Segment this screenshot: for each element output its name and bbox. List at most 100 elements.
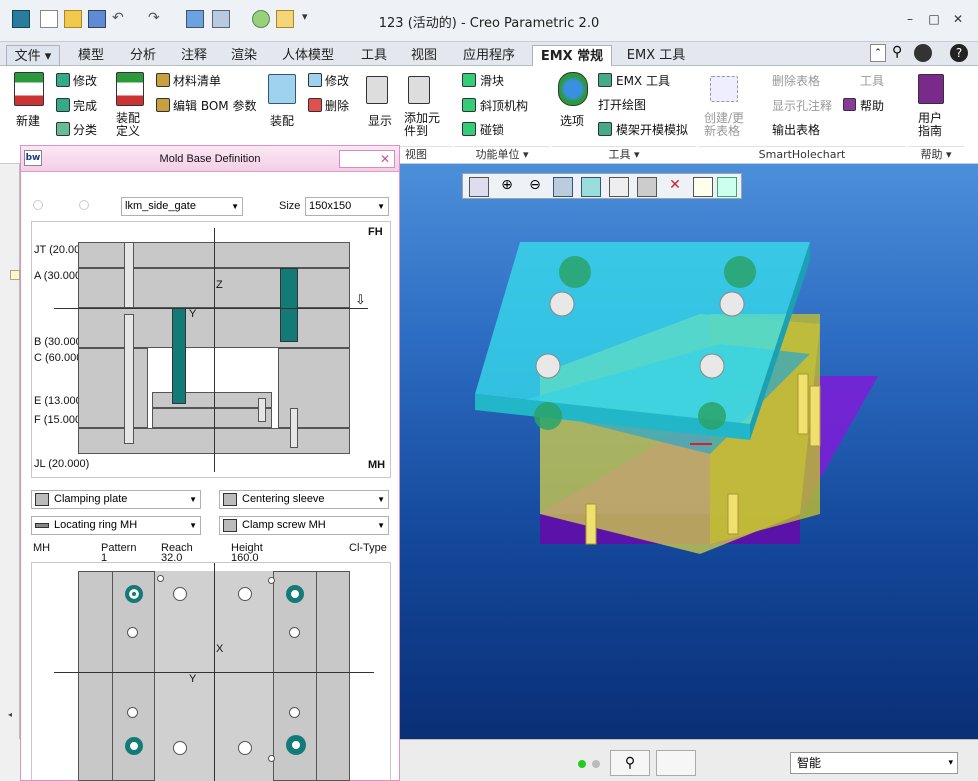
finish-icon — [56, 98, 70, 112]
finish-button[interactable]: 完成 — [73, 97, 97, 114]
tab-file[interactable]: 文件 ▾ — [6, 45, 60, 66]
display-label[interactable]: 显示 — [368, 112, 392, 129]
tree-item-icon[interactable] — [10, 270, 20, 280]
new-label[interactable]: 新建 — [16, 112, 40, 129]
saved-orientations-icon[interactable] — [609, 177, 629, 197]
smart-filter-select[interactable]: 智能 ▾ — [790, 752, 958, 774]
emx-tool-button[interactable]: EMX 工具 — [616, 72, 670, 89]
tab-emx-general[interactable]: EMX 常规 — [532, 45, 612, 66]
mold-plan-view[interactable]: X Y — [31, 562, 391, 781]
export-table-button[interactable]: 输出表格 — [772, 121, 820, 138]
tab-analysis[interactable]: 分析 — [118, 45, 168, 66]
display-icon[interactable] — [366, 76, 388, 104]
status-bar: ⚲ 智能 ▾ — [400, 739, 978, 781]
emx-options-icon[interactable] — [558, 72, 588, 106]
tab-annotate[interactable]: 注释 — [170, 45, 218, 66]
radio-left[interactable] — [33, 200, 43, 210]
show-hole-button[interactable]: 显示孔注释 — [772, 97, 832, 114]
scroll-left-icon[interactable]: ◂ — [8, 710, 12, 719]
delete-table-button[interactable]: 删除表格 — [772, 72, 820, 89]
assemble-label[interactable]: 装配 — [270, 112, 294, 129]
settings-icon[interactable] — [914, 44, 932, 62]
tab-human-model[interactable]: 人体模型 — [272, 45, 344, 66]
maximize-button[interactable]: □ — [922, 10, 946, 28]
graphics-viewport[interactable] — [400, 164, 978, 739]
size-select[interactable]: 150x150 ▼ — [305, 197, 389, 216]
screw-icon — [223, 519, 237, 532]
guide-bushing — [280, 268, 298, 342]
group-function-unit[interactable]: 功能单位 ▾ — [454, 146, 550, 162]
ejector-pin — [258, 398, 266, 422]
tab-emx-tools[interactable]: EMX 工具 — [616, 45, 696, 66]
modify2-button[interactable]: 修改 — [325, 72, 349, 89]
teal-hole-tl — [125, 585, 143, 603]
group-help[interactable]: 帮助 ▾ — [908, 146, 964, 162]
close-button[interactable]: ✕ — [946, 10, 970, 28]
series-select[interactable]: lkm_side_gate ▼ — [121, 197, 243, 216]
minimize-button[interactable]: – — [898, 10, 922, 28]
find-icon[interactable]: ⚲ — [610, 750, 650, 776]
repaint-icon[interactable] — [553, 177, 573, 197]
refit-icon[interactable] — [469, 177, 489, 197]
dialog-close-button[interactable]: ✕ — [339, 150, 395, 168]
slider-button[interactable]: 滑块 — [480, 72, 504, 89]
tab-tools[interactable]: 工具 — [350, 45, 398, 66]
mold-section-view[interactable]: FH MH JT (20.00 A (30.000) B (30.000) C … — [31, 221, 391, 478]
assembly-definition-icon[interactable] — [116, 72, 144, 106]
datum-display-icon[interactable]: ✕ — [665, 177, 685, 197]
spin-center-icon[interactable] — [717, 177, 737, 197]
view-manager-icon[interactable] — [637, 177, 657, 197]
down-arrow-icon[interactable]: ⇩ — [355, 292, 366, 308]
options-label[interactable]: 选项 — [560, 112, 584, 129]
create-table-label[interactable]: 创建/更 新表格 — [704, 112, 744, 138]
annotation-display-icon[interactable] — [693, 177, 713, 197]
edit-bom-button[interactable]: 编辑 BOM 参数 — [173, 97, 256, 114]
classify-button[interactable]: 分类 — [73, 121, 97, 138]
selection-filter-icon[interactable] — [656, 750, 696, 776]
classify-icon — [56, 122, 70, 136]
lifter-button[interactable]: 斜顶机构 — [480, 97, 528, 114]
centering-sleeve-select[interactable]: Centering sleeve ▼ — [219, 490, 389, 509]
spacer-right — [278, 348, 350, 428]
bom-button[interactable]: 材料清单 — [173, 72, 221, 89]
assembly-definition-label[interactable]: 装配 定义 — [116, 112, 140, 138]
mold-sim-button[interactable]: 模架开模模拟 — [616, 121, 688, 138]
user-guide-icon[interactable] — [918, 74, 944, 104]
display-style-icon[interactable] — [581, 177, 601, 197]
modify-button[interactable]: 修改 — [73, 72, 97, 89]
ejector-plate — [152, 408, 272, 428]
view-toolbar: ⊕ ⊖ ✕ — [462, 173, 742, 199]
cl-type-label: Cl-Type — [349, 542, 387, 554]
zoom-in-icon[interactable]: ⊕ — [497, 177, 517, 197]
axis-y-label: Y — [189, 308, 197, 320]
radio-right[interactable] — [79, 200, 89, 210]
tab-model[interactable]: 模型 — [66, 45, 116, 66]
assemble-icon[interactable] — [268, 74, 296, 104]
collapse-ribbon-icon[interactable]: ⌃ — [870, 44, 886, 62]
group-tools[interactable]: 工具 ▾ — [552, 146, 696, 162]
zoom-out-icon[interactable]: ⊖ — [525, 177, 545, 197]
help-button[interactable]: 帮助 — [860, 97, 884, 114]
open-drawing-button[interactable]: 打开绘图 — [598, 96, 646, 113]
latch-button[interactable]: 碰锁 — [480, 121, 504, 138]
user-guide-label[interactable]: 用户 指南 — [918, 112, 942, 138]
clamping-plate-select[interactable]: Clamping plate ▼ — [31, 490, 201, 509]
tools-button[interactable]: 工具 — [860, 72, 884, 89]
delete-button[interactable]: 删除 — [325, 97, 349, 114]
tab-view[interactable]: 视图 — [400, 45, 448, 66]
tab-render[interactable]: 渲染 — [220, 45, 268, 66]
add-component-label[interactable]: 添加元 件到 — [404, 112, 440, 138]
new-mold-icon[interactable] — [14, 72, 44, 106]
help-icon[interactable]: ? — [950, 44, 968, 62]
ring-icon — [35, 523, 49, 528]
parting-line — [54, 308, 368, 309]
add-component-icon[interactable] — [408, 76, 430, 104]
locating-ring-select[interactable]: Locating ring MH ▼ — [31, 516, 201, 535]
lifter-icon — [462, 98, 476, 112]
tab-applications[interactable]: 应用程序 — [452, 45, 526, 66]
modify-icon — [56, 73, 70, 87]
clamp-screw-select[interactable]: Clamp screw MH ▼ — [219, 516, 389, 535]
search-icon[interactable]: ⚲ — [892, 44, 902, 60]
hole-1 — [173, 587, 187, 601]
create-table-icon[interactable] — [710, 76, 738, 102]
